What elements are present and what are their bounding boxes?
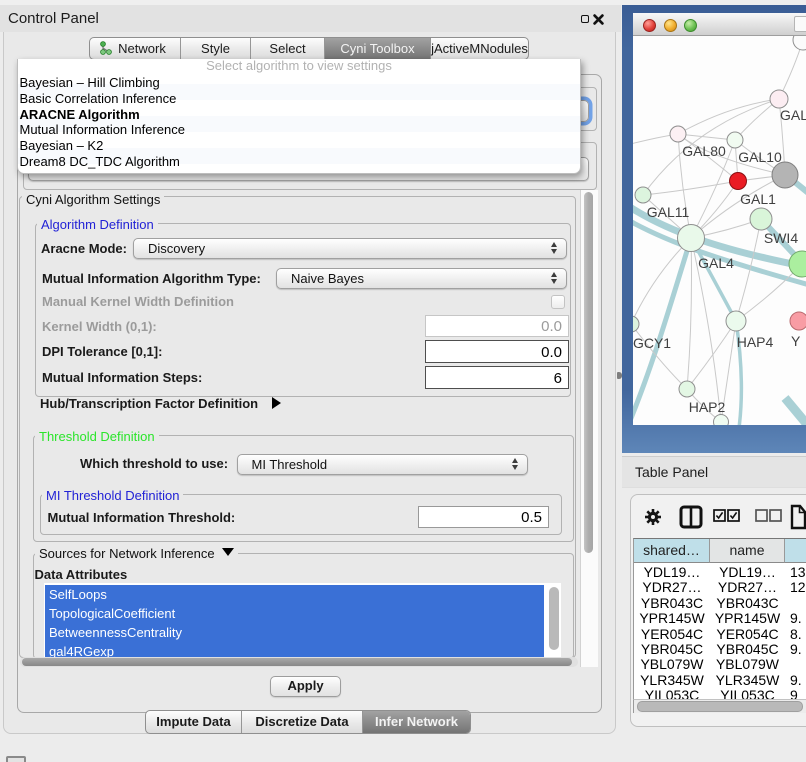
svg-text:Y: Y — [791, 333, 801, 349]
svg-text:GCY1: GCY1 — [633, 335, 671, 351]
svg-text:HAP2: HAP2 — [689, 399, 726, 415]
svg-text:SWI4: SWI4 — [764, 230, 798, 246]
svg-text:GAL11: GAL11 — [647, 204, 690, 220]
svg-text:GAL1: GAL1 — [740, 191, 776, 207]
svg-text:GAL80: GAL80 — [682, 143, 726, 159]
svg-text:GAL: GAL — [780, 107, 806, 123]
svg-text:HAP4: HAP4 — [737, 334, 774, 350]
svg-text:GAL4: GAL4 — [698, 255, 734, 271]
svg-text:GAL10: GAL10 — [738, 149, 782, 165]
